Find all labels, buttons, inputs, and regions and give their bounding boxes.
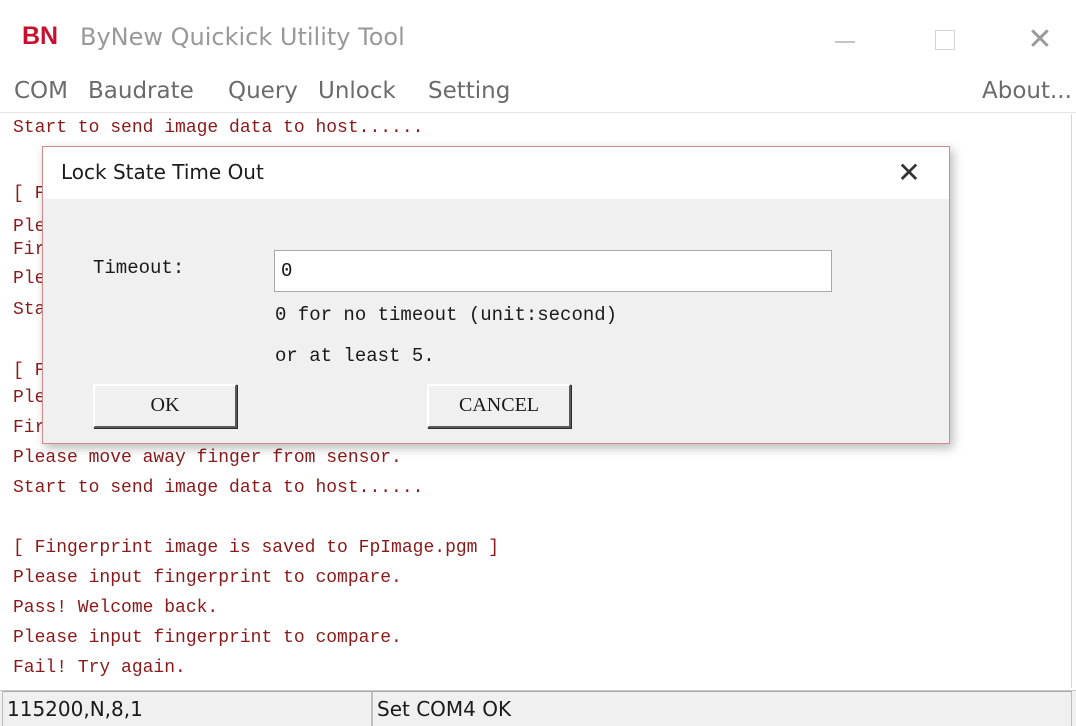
lock-timeout-dialog: Lock State Time Out ✕ Timeout: 0 for no … [42, 146, 950, 444]
dialog-title: Lock State Time Out [61, 160, 264, 184]
close-window-button[interactable]: ✕ [1020, 20, 1060, 60]
log-line: Start to send image data to host...... [13, 118, 424, 138]
timeout-label: Timeout: [93, 257, 185, 279]
window-title: ByNew Quickick Utility Tool [80, 23, 405, 51]
menu-baudrate[interactable]: Baudrate [88, 78, 194, 104]
log-line: [ F [13, 184, 46, 204]
log-line: Sta [13, 300, 46, 320]
log-line: Please input fingerprint to compare. [13, 568, 402, 588]
log-line: Please input fingerprint to compare. [13, 628, 402, 648]
log-line: Ple [13, 217, 46, 237]
dialog-title-bar: Lock State Time Out ✕ [43, 147, 949, 199]
log-line: Please move away finger from sensor. [13, 448, 402, 468]
menu-bar: COM Baudrate Query Unlock Setting About.… [0, 75, 1076, 113]
log-line: Ple [13, 269, 46, 289]
dialog-close-button[interactable]: ✕ [889, 153, 929, 193]
maximize-button[interactable] [925, 20, 965, 60]
log-line: Pass! Welcome back. [13, 598, 219, 618]
timeout-hint-line2: or at least 5. [275, 345, 435, 367]
log-line: Fail! Try again. [13, 658, 186, 678]
log-line: Ple [13, 388, 46, 408]
timeout-input[interactable] [274, 250, 832, 292]
app-logo: BN [22, 22, 59, 50]
menu-com[interactable]: COM [14, 78, 68, 104]
timeout-hint-line1: 0 for no timeout (unit:second) [275, 304, 618, 326]
log-line: [ F [13, 361, 46, 381]
menu-unlock[interactable]: Unlock [318, 78, 396, 104]
status-bar: 115200,N,8,1 Set COM4 OK [0, 690, 1076, 726]
ok-button[interactable]: OK [93, 384, 237, 428]
menu-setting[interactable]: Setting [428, 78, 510, 104]
menu-query[interactable]: Query [228, 78, 298, 104]
status-baudrate: 115200,N,8,1 [2, 691, 372, 726]
cancel-button[interactable]: CANCEL [427, 384, 571, 428]
log-line: Start to send image data to host...... [13, 478, 424, 498]
log-line: Fir [13, 418, 46, 438]
close-icon: ✕ [1027, 22, 1053, 57]
status-message: Set COM4 OK [372, 691, 1072, 726]
title-bar: BN ByNew Quickick Utility Tool ✕ [0, 0, 1076, 78]
minimize-button[interactable] [825, 20, 865, 60]
close-icon: ✕ [897, 156, 921, 189]
log-line: [ Fingerprint image is saved to FpImage.… [13, 538, 500, 558]
menu-about[interactable]: About... [982, 78, 1072, 104]
log-line: Fir [13, 240, 46, 260]
